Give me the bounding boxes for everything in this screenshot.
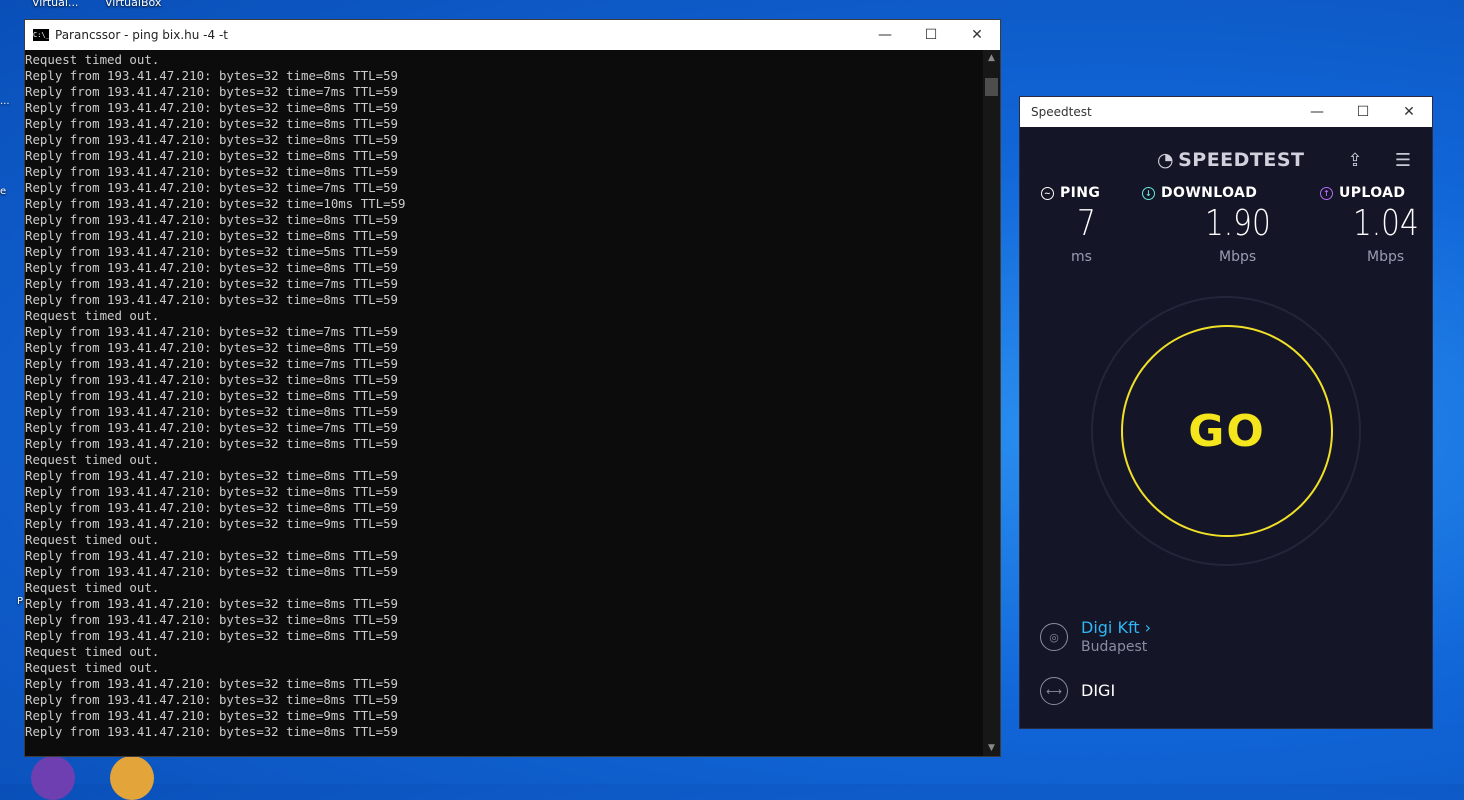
console-line: Reply from 193.41.47.210: bytes=32 time=… xyxy=(25,180,398,195)
console-line: Reply from 193.41.47.210: bytes=32 time=… xyxy=(25,84,398,99)
console-line: Reply from 193.41.47.210: bytes=32 time=… xyxy=(25,340,398,355)
console-line: Reply from 193.41.47.210: bytes=32 time=… xyxy=(25,404,398,419)
console-line: Reply from 193.41.47.210: bytes=32 time=… xyxy=(25,468,398,483)
vertical-scrollbar[interactable]: ▲ ▼ xyxy=(983,50,1000,756)
download-arrow-icon: ↓ xyxy=(1142,186,1155,200)
app-desktop-icon[interactable] xyxy=(110,756,154,800)
console-line: Reply from 193.41.47.210: bytes=32 time=… xyxy=(25,484,398,499)
close-button[interactable]: ✕ xyxy=(954,20,1000,50)
isp-name: DIGI xyxy=(1081,681,1116,700)
console-line: Request timed out. xyxy=(25,532,160,547)
console-line: Reply from 193.41.47.210: bytes=32 time=… xyxy=(25,244,398,259)
console-line: Reply from 193.41.47.210: bytes=32 time=… xyxy=(25,612,398,627)
ping-unit: ms xyxy=(1071,249,1092,265)
ping-icon: ~ xyxy=(1041,186,1054,200)
download-unit: Mbps xyxy=(1219,249,1257,265)
minimize-button[interactable]: — xyxy=(862,20,908,50)
chevron-right-icon: › xyxy=(1144,618,1152,637)
upload-metric: ↑ UPLOAD 1.04 Mbps xyxy=(1320,185,1419,265)
console-line: Request timed out. xyxy=(25,52,160,67)
console-line: Reply from 193.41.47.210: bytes=32 time=… xyxy=(25,628,398,643)
console-line: Reply from 193.41.47.210: bytes=32 time=… xyxy=(25,132,398,147)
console-line: Reply from 193.41.47.210: bytes=32 time=… xyxy=(25,372,398,387)
server-name[interactable]: Digi Kft xyxy=(1081,618,1140,637)
console-line: Reply from 193.41.47.210: bytes=32 time=… xyxy=(25,196,406,211)
console-line: Request timed out. xyxy=(25,452,160,467)
ping-value: 7 xyxy=(1077,203,1096,244)
console-line: Reply from 193.41.47.210: bytes=32 time=… xyxy=(25,708,398,723)
console-line: Reply from 193.41.47.210: bytes=32 time=… xyxy=(25,436,398,451)
console-line: Reply from 193.41.47.210: bytes=32 time=… xyxy=(25,356,398,371)
desktop-icon-label[interactable]: Virtual... xyxy=(32,0,78,9)
ping-metric: ~ PING 7 ms xyxy=(1041,185,1101,265)
cmd-app-icon: C:\_ xyxy=(33,29,50,41)
console-line: Reply from 193.41.47.210: bytes=32 time=… xyxy=(25,724,398,739)
cmd-window: C:\_ Parancssor - ping bix.hu -4 -t — ☐ … xyxy=(24,19,1001,757)
console-line: Reply from 193.41.47.210: bytes=32 time=… xyxy=(25,292,398,307)
speedtest-window-title: Speedtest xyxy=(1031,105,1092,119)
go-button[interactable]: GO xyxy=(1121,325,1333,537)
maximize-button[interactable]: ☐ xyxy=(908,20,954,50)
connection-icon: ⟷ xyxy=(1040,677,1068,705)
download-label: DOWNLOAD xyxy=(1161,185,1258,201)
close-button[interactable]: ✕ xyxy=(1386,97,1432,127)
console-line: Reply from 193.41.47.210: bytes=32 time=… xyxy=(25,676,398,691)
console-line: Reply from 193.41.47.210: bytes=32 time=… xyxy=(25,68,398,83)
console-line: Reply from 193.41.47.210: bytes=32 time=… xyxy=(25,324,398,339)
desktop-label-fragment: P xyxy=(17,596,24,607)
download-metric: ↓ DOWNLOAD 1.90 Mbps xyxy=(1142,185,1271,265)
github-desktop-icon[interactable] xyxy=(31,756,75,800)
settings-sliders-icon[interactable]: ☰ xyxy=(1390,147,1416,173)
console-line: Reply from 193.41.47.210: bytes=32 time=… xyxy=(25,116,398,131)
server-location: Budapest xyxy=(1081,639,1148,655)
console-line: Reply from 193.41.47.210: bytes=32 time=… xyxy=(25,228,398,243)
speedtest-logo-text: SPEEDTEST xyxy=(1178,149,1305,171)
console-line: Reply from 193.41.47.210: bytes=32 time=… xyxy=(25,516,398,531)
cmd-window-title: Parancssor - ping bix.hu -4 -t xyxy=(55,28,228,42)
console-line: Request timed out. xyxy=(25,644,160,659)
speedtest-window: Speedtest — ☐ ✕ ◔ SPEEDTEST ⇪ ☰ ~ PING 7… xyxy=(1019,96,1433,729)
console-line: Reply from 193.41.47.210: bytes=32 time=… xyxy=(25,212,398,227)
console-line: Reply from 193.41.47.210: bytes=32 time=… xyxy=(25,260,398,275)
console-line: Reply from 193.41.47.210: bytes=32 time=… xyxy=(25,164,398,179)
share-icon[interactable]: ⇪ xyxy=(1342,147,1368,173)
console-line: Reply from 193.41.47.210: bytes=32 time=… xyxy=(25,420,398,435)
desktop-label-fragment: e xyxy=(0,186,7,197)
desktop-icon-label[interactable]: VirtualBox xyxy=(105,0,161,9)
console-line: Reply from 193.41.47.210: bytes=32 time=… xyxy=(25,100,398,115)
server-name-link[interactable]: Digi Kft › xyxy=(1081,618,1151,637)
maximize-button[interactable]: ☐ xyxy=(1340,97,1386,127)
speedtest-titlebar[interactable]: Speedtest — ☐ ✕ xyxy=(1020,97,1432,127)
console-output[interactable]: Request timed out. Reply from 193.41.47.2… xyxy=(25,50,983,756)
scroll-up-arrow-icon[interactable]: ▲ xyxy=(983,50,1000,66)
console-line: Reply from 193.41.47.210: bytes=32 time=… xyxy=(25,548,398,563)
download-value: 1.90 xyxy=(1205,203,1271,244)
console-line: Reply from 193.41.47.210: bytes=32 time=… xyxy=(25,388,398,403)
console-line: Request timed out. xyxy=(25,660,160,675)
upload-value: 1.04 xyxy=(1353,203,1419,244)
console-line: Reply from 193.41.47.210: bytes=32 time=… xyxy=(25,500,398,515)
console-line: Reply from 193.41.47.210: bytes=32 time=… xyxy=(25,148,398,163)
scroll-down-arrow-icon[interactable]: ▼ xyxy=(983,740,1000,756)
console-line: Reply from 193.41.47.210: bytes=32 time=… xyxy=(25,692,398,707)
minimize-button[interactable]: — xyxy=(1294,97,1340,127)
console-line: Reply from 193.41.47.210: bytes=32 time=… xyxy=(25,564,398,579)
console-line: Reply from 193.41.47.210: bytes=32 time=… xyxy=(25,276,398,291)
desktop-label-fragment: ... xyxy=(0,96,10,107)
ping-label: PING xyxy=(1060,185,1101,201)
console-line: Request timed out. xyxy=(25,580,160,595)
upload-unit: Mbps xyxy=(1367,249,1405,265)
globe-icon: ◎ xyxy=(1040,623,1068,651)
gauge-icon: ◔ xyxy=(1157,149,1175,171)
scrollbar-thumb[interactable] xyxy=(985,78,998,96)
console-line: Reply from 193.41.47.210: bytes=32 time=… xyxy=(25,596,398,611)
upload-label: UPLOAD xyxy=(1339,185,1406,201)
console-line: Request timed out. xyxy=(25,308,160,323)
upload-arrow-icon: ↑ xyxy=(1320,186,1333,200)
cmd-titlebar[interactable]: C:\_ Parancssor - ping bix.hu -4 -t — ☐ … xyxy=(25,20,1000,50)
speedtest-logo: ◔ SPEEDTEST xyxy=(1157,149,1305,171)
